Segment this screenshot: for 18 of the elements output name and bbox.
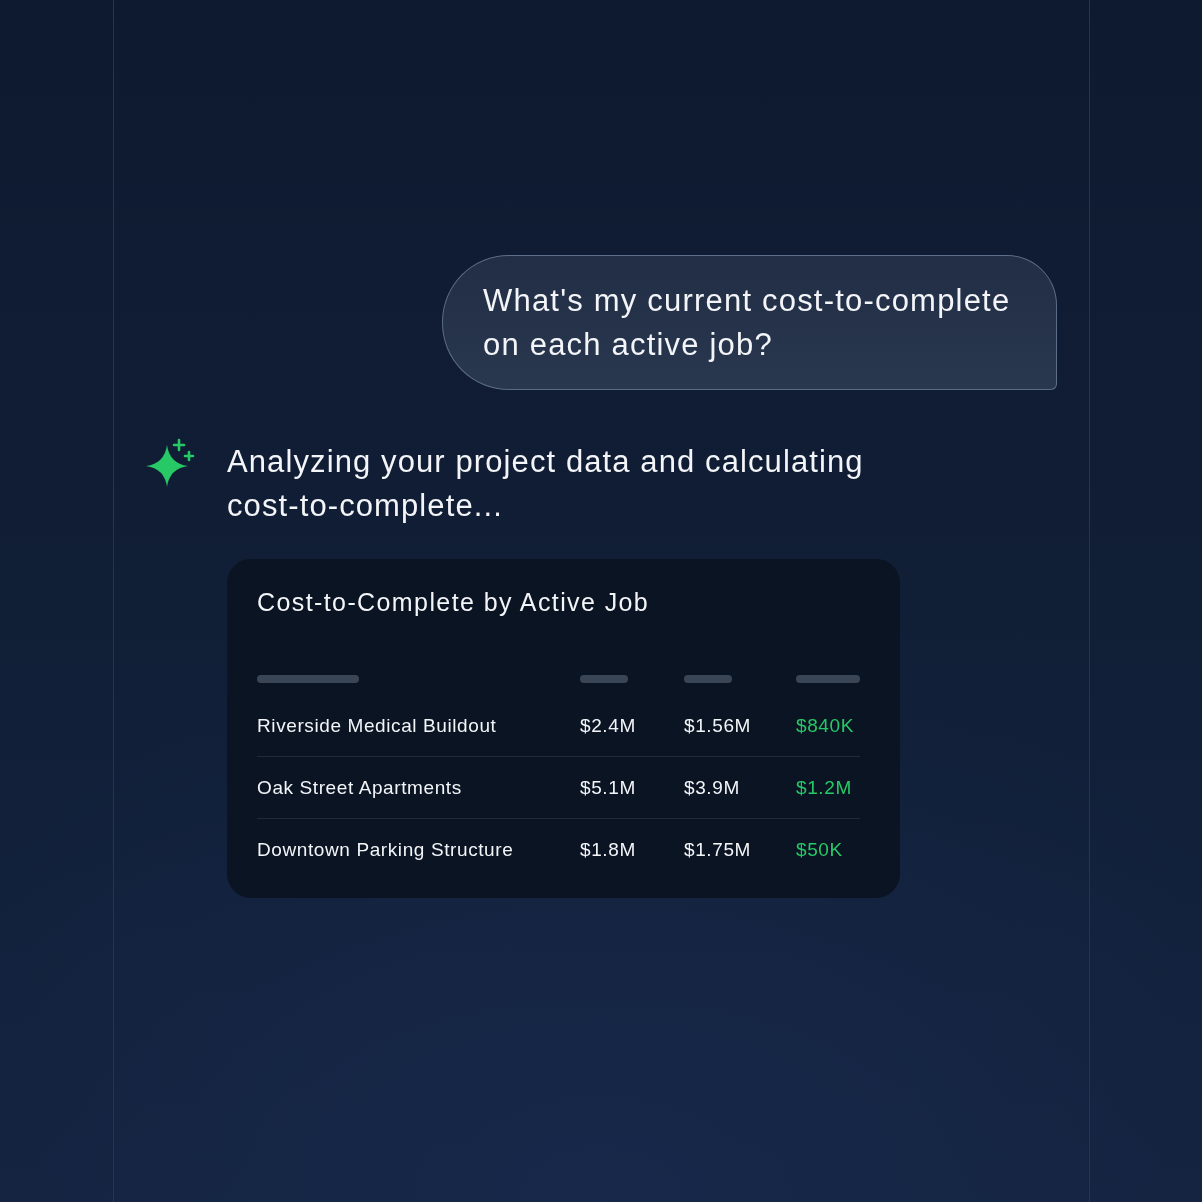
table-cell: $3.9M: [684, 776, 740, 799]
header-placeholder-bar: [796, 675, 860, 683]
header-placeholder-bar: [684, 675, 732, 683]
table-cell: $840K: [796, 714, 854, 737]
table-cell: $1.75M: [684, 839, 751, 861]
table-cell: Riverside Medical Buildout: [257, 714, 497, 737]
table-cell: $50K: [796, 839, 843, 861]
table-cell: $5.1M: [580, 776, 636, 799]
table-cell: $1.8M: [580, 839, 636, 861]
table-cell: $1.2M: [796, 776, 852, 799]
card-title: Cost-to-Complete by Active Job: [257, 587, 651, 617]
table-cell: Downtown Parking Structure: [257, 839, 514, 861]
header-placeholder-bar: [580, 675, 628, 683]
table-cell: $2.4M: [580, 714, 636, 737]
table-cell: Oak Street Apartments: [257, 776, 462, 799]
table-cell: $1.56M: [684, 714, 751, 737]
assistant-status-text: Analyzing your project data and calculating cost-to-complete...: [227, 443, 865, 525]
user-message-bubble: What's my current cost-to-complete on each active job?: [442, 255, 1057, 390]
